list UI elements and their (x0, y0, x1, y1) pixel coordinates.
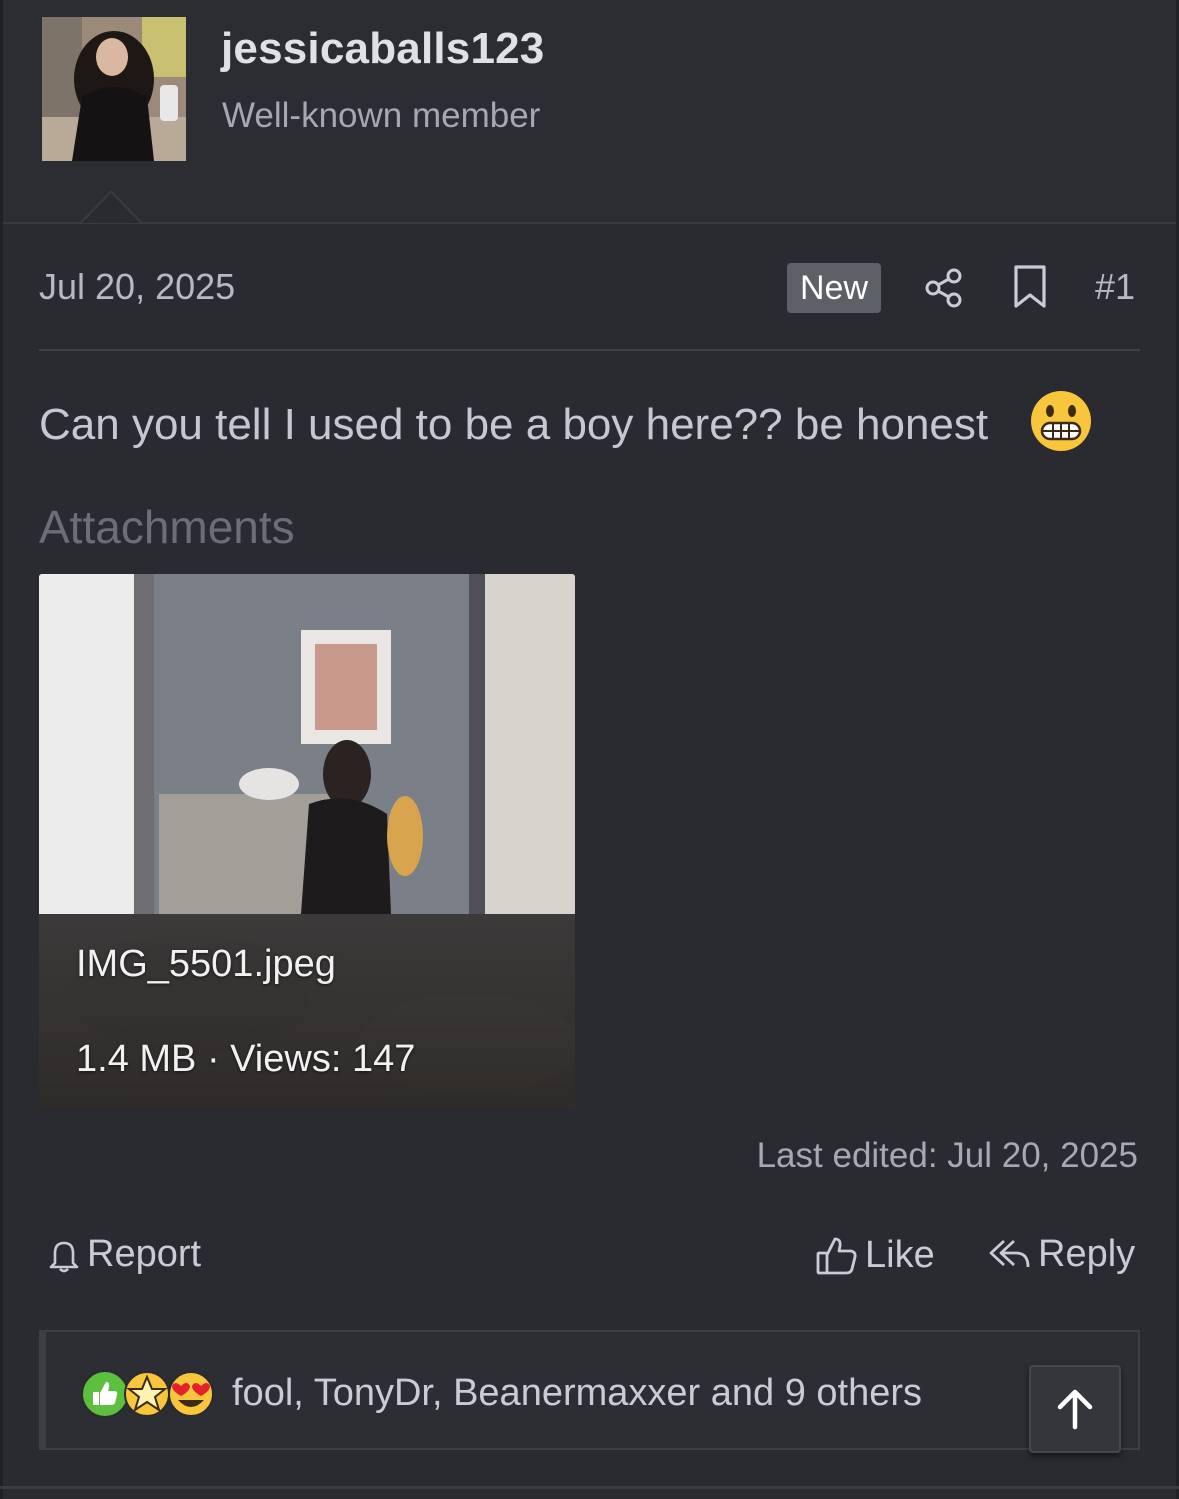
bookmark-icon[interactable] (1011, 264, 1049, 310)
report-label: Report (87, 1233, 202, 1275)
post-number-link[interactable]: #1 (1095, 266, 1135, 308)
star-struck-icon (124, 1371, 170, 1417)
post-message: Can you tell I used to be a boy here?? b… (39, 400, 989, 449)
share-icon[interactable] (922, 266, 966, 310)
reaction-icons (81, 1370, 216, 1418)
post-user-header: jessicaballs123 Well-known member (3, 0, 1176, 224)
bell-icon (49, 1241, 79, 1272)
new-badge: New (787, 263, 881, 313)
attachment-file-meta: 1.4 MB · Views: 147 (76, 1038, 416, 1080)
thumbs-up-icon (81, 1370, 129, 1418)
reactions-bar[interactable]: fool, TonyDr, Beanermaxxer and 9 others (39, 1330, 1140, 1450)
user-title: Well-known member (222, 96, 541, 135)
report-button[interactable]: Report (47, 1233, 201, 1276)
reply-label: Reply (1038, 1233, 1136, 1275)
heart-eyes-icon (168, 1371, 214, 1417)
user-avatar[interactable] (42, 17, 186, 161)
attachment-file-name[interactable]: IMG_5501.jpeg (76, 943, 336, 986)
last-edited: Last edited: Jul 20, 2025 (756, 1136, 1138, 1175)
reaction-users[interactable]: fool, TonyDr, Beanermaxxer and 9 others (232, 1372, 922, 1415)
username[interactable]: jessicaballs123 (221, 24, 544, 74)
scroll-to-top-button[interactable] (1029, 1365, 1121, 1453)
thumbs-up-outline-icon (816, 1237, 857, 1275)
like-label: Like (865, 1233, 935, 1276)
bottom-divider (0, 1486, 1179, 1489)
like-button[interactable]: Like (815, 1233, 935, 1277)
header-pointer (80, 190, 142, 223)
reply-button[interactable]: Reply (988, 1233, 1135, 1276)
reply-arrow-icon (989, 1239, 1030, 1267)
attachments-heading: Attachments (39, 501, 295, 553)
arrow-up-icon (1057, 1389, 1093, 1430)
post-divider (39, 349, 1140, 351)
grimacing-face-emoji-icon (1029, 389, 1093, 453)
post-date[interactable]: Jul 20, 2025 (39, 266, 235, 308)
attachment-thumbnail[interactable] (39, 574, 575, 1108)
